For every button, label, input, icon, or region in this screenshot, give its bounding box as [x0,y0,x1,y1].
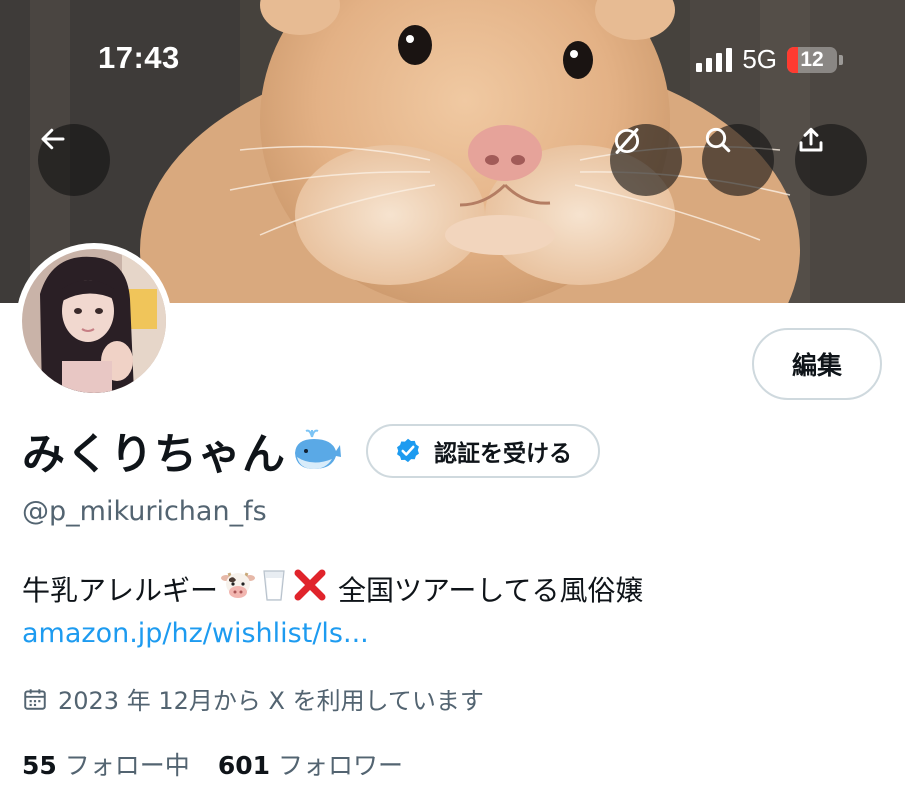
following-link[interactable]: 55 フォロー中 [22,746,190,782]
share-icon [799,127,823,152]
signal-strength-icon [696,47,733,72]
verified-badge-icon [397,438,419,463]
profile-avatar[interactable] [16,243,172,399]
back-button[interactable] [38,124,110,196]
followers-label: フォロワー [278,751,404,780]
name-row: みくりちゃん 認証を受ける [22,420,600,482]
followers-link[interactable]: 601 フォロワー [218,746,403,782]
following-count: 55 [22,751,57,780]
search-button[interactable] [702,124,774,196]
grok-icon [614,128,640,154]
display-name: みくりちゃん [22,430,286,480]
profile-website-link[interactable]: amazon.jp/hz/wishlist/ls... [22,618,369,649]
bio-text-prefix: 牛乳アレルギー [22,573,219,607]
profile-bio: 牛乳アレルギー 全国ツアーしてる風俗嬢 [22,568,644,609]
status-time: 17:43 [98,40,180,75]
join-date-text: 2023 年 12月から X を利用しています [58,687,484,715]
bio-text-suffix: 全国ツアーしてる風俗嬢 [338,573,644,607]
whale-emoji [292,427,342,475]
user-handle: @p_mikurichan_fs [22,496,267,527]
following-label: フォロー中 [64,751,190,780]
milk-glass-emoji [261,568,287,609]
grok-button[interactable] [610,124,682,196]
avatar-image [22,249,166,393]
calendar-icon [24,688,46,710]
share-button[interactable] [795,124,867,196]
followers-count: 601 [217,751,270,780]
network-type: 5G [742,44,777,74]
join-date: 2023 年 12月から X を利用しています [22,681,484,716]
cross-mark-emoji [293,568,327,609]
back-arrow-icon [41,128,65,150]
avatar-photo [22,249,166,393]
battery-tip [839,54,843,65]
status-indicators: 5G 12 [696,44,843,75]
follow-stats: 55 フォロー中 601 フォロワー [22,746,403,782]
cow-face-emoji [221,569,256,608]
get-verified-label: 認証を受ける [434,441,572,467]
get-verified-button[interactable]: 認証を受ける [366,424,600,478]
edit-profile-button[interactable]: 編集 [752,328,882,400]
battery-level: 12 [800,47,824,71]
battery-icon: 12 [787,46,837,73]
search-icon [705,127,731,153]
